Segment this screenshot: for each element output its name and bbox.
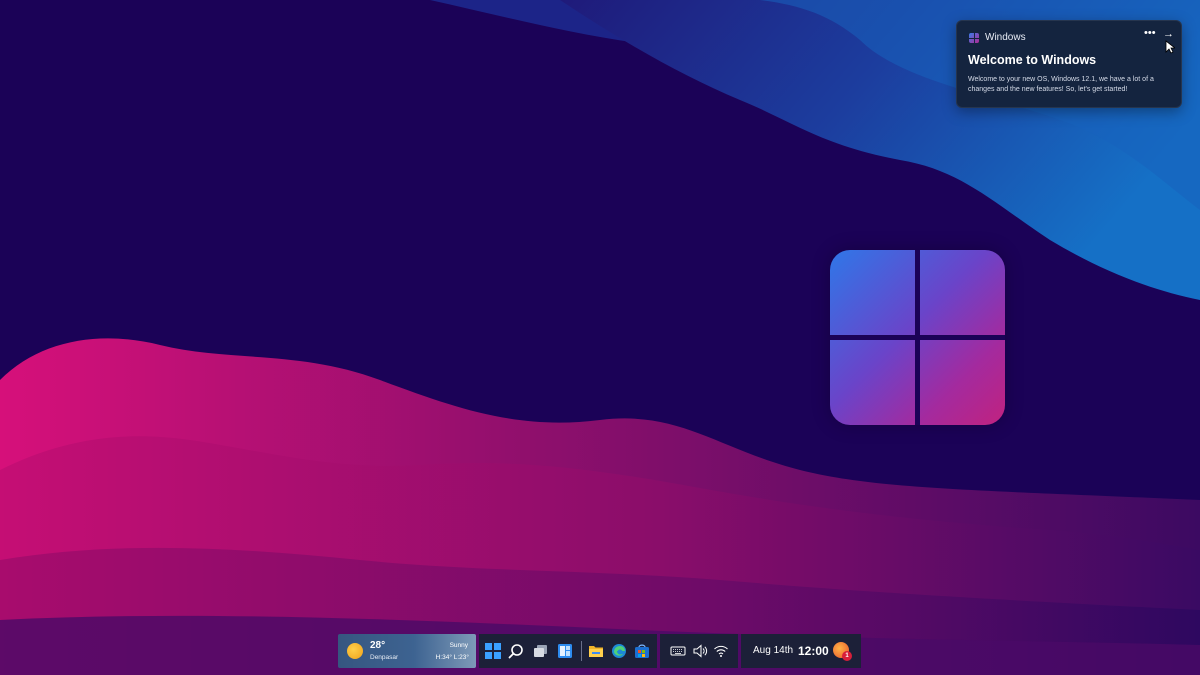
volume-icon[interactable] [692, 643, 708, 659]
store-icon[interactable] [634, 643, 650, 659]
wifi-icon[interactable] [713, 643, 729, 659]
notification-toast[interactable]: Windows ••• → Welcome to Windows Welcome… [956, 20, 1182, 108]
widgets-icon[interactable] [557, 643, 573, 659]
clock-area[interactable]: Aug 14th 12:00 1 [741, 634, 861, 668]
notification-app-name: Windows [985, 32, 1026, 43]
time-label: 12:00 [798, 644, 829, 658]
taskbar-apps [479, 634, 657, 668]
taskbar-separator [581, 641, 582, 661]
notification-count-badge: 1 [842, 651, 852, 661]
date-label: Aug 14th [753, 645, 794, 656]
logo-divider-horizontal [830, 335, 1005, 340]
windows-logo [830, 250, 1005, 425]
weather-widget[interactable]: 28° Denpasar Sunny H:34° L:23° [338, 634, 476, 668]
mouse-cursor-icon [1165, 40, 1175, 54]
edge-icon[interactable] [611, 643, 627, 659]
arrow-right-icon[interactable]: → [1163, 28, 1174, 40]
file-explorer-icon[interactable] [588, 643, 604, 659]
weather-city: Denpasar [370, 654, 399, 661]
keyboard-icon[interactable] [670, 643, 686, 659]
search-icon[interactable] [508, 643, 524, 659]
sun-icon [347, 643, 363, 659]
system-tray [660, 634, 738, 668]
more-dots-icon[interactable]: ••• [1144, 27, 1156, 39]
start-icon[interactable] [485, 643, 501, 659]
windows-app-icon [969, 33, 979, 43]
task-view-icon[interactable] [533, 643, 549, 659]
notification-title: Welcome to Windows [968, 53, 1097, 67]
weather-condition: Sunny [449, 642, 468, 649]
weather-high-low: H:34° L:23° [435, 654, 469, 661]
notification-body: Welcome to your new OS, Windows 12.1, we… [968, 76, 1154, 93]
weather-temperature: 28° [370, 640, 386, 651]
